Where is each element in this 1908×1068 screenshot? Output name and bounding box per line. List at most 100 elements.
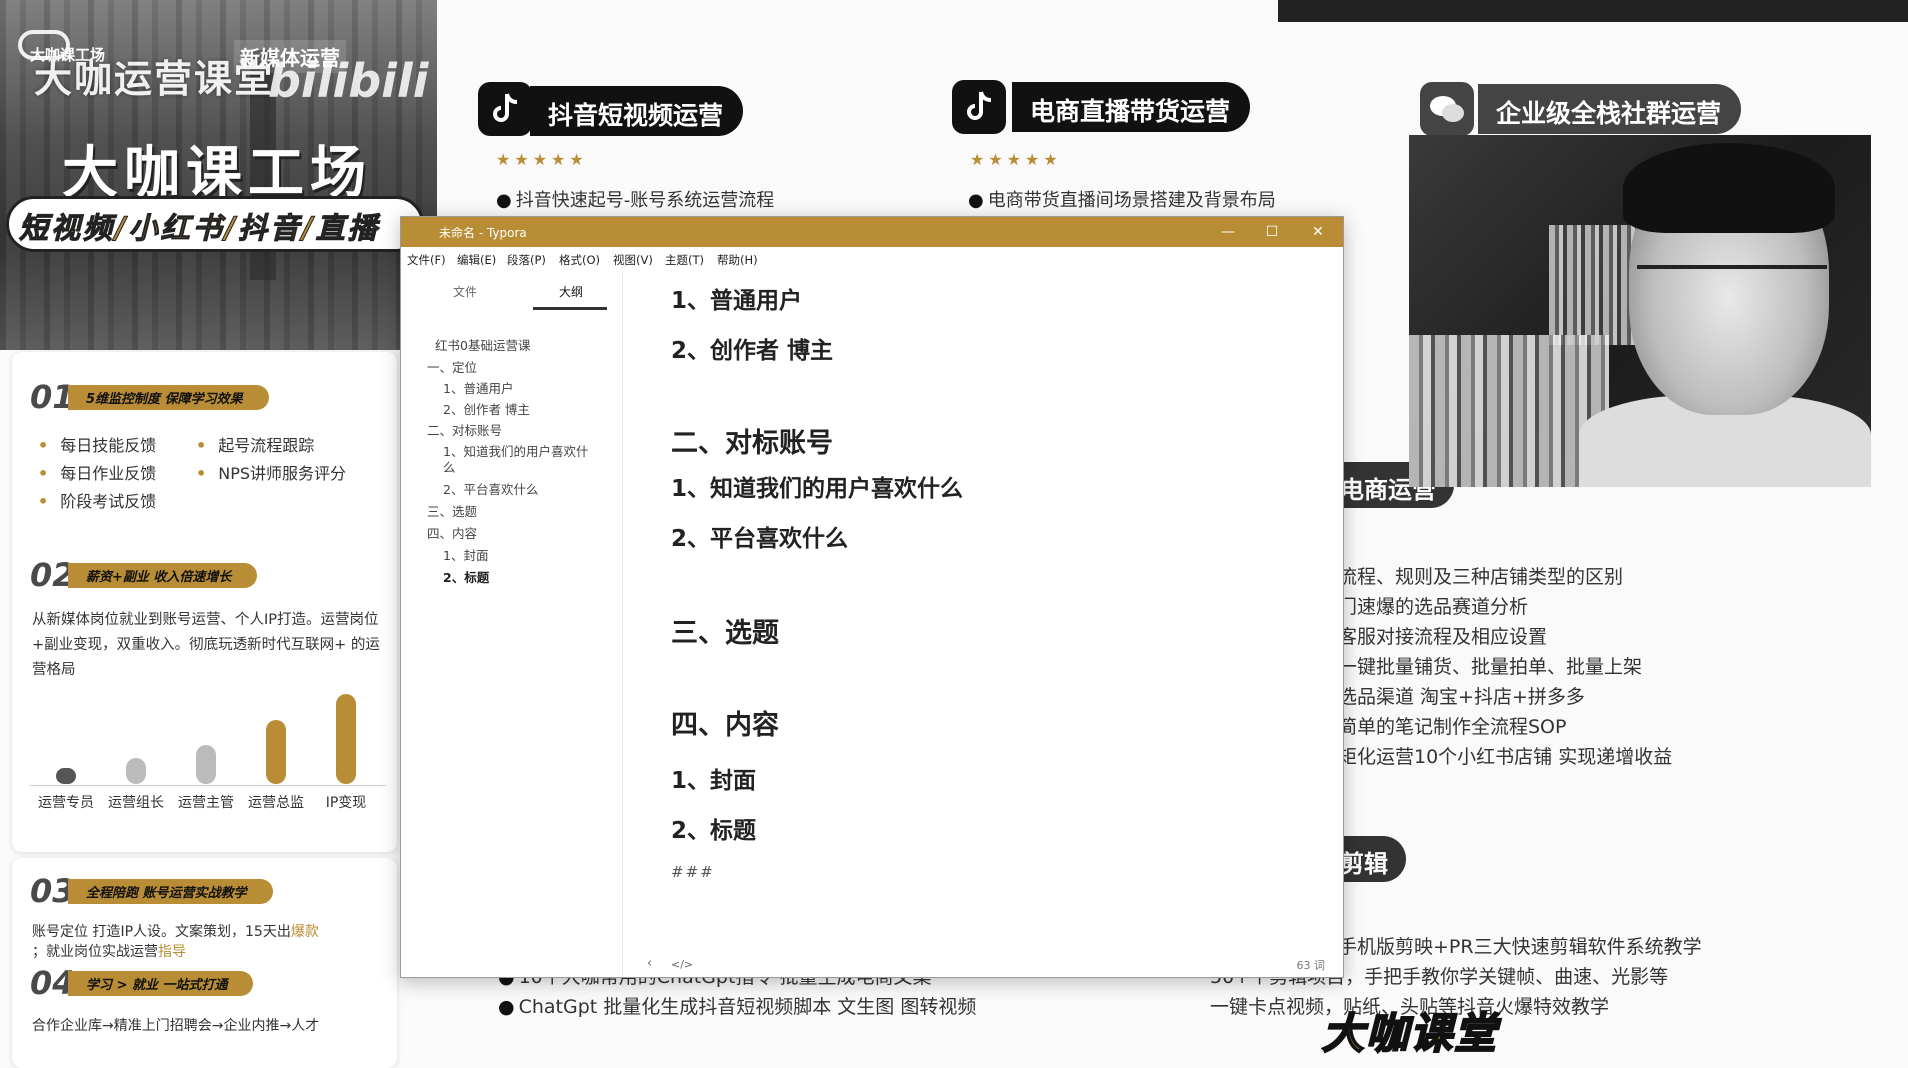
- heading[interactable]: 1、普通用户: [671, 281, 802, 315]
- section-03-paragraph: 账号定位 打造IP人设。文案策划，15天出爆款 ；就业岗位实战运营指导: [32, 922, 392, 962]
- section-title: 全程陪跑 账号运营实战教学: [68, 878, 273, 904]
- presenter-glasses: [1637, 265, 1827, 313]
- outline-item[interactable]: 么: [443, 457, 456, 476]
- maximize-button[interactable]: ☐: [1257, 221, 1287, 243]
- word-count[interactable]: 63 词: [1297, 957, 1326, 973]
- outline-item[interactable]: 2、平台喜欢什么: [443, 479, 538, 498]
- career-bar-label: 运营总监: [248, 795, 304, 811]
- career-bar: [336, 694, 356, 784]
- bullet-item: NPS讲师服务评分: [196, 460, 346, 484]
- section-title: 薪资+副业 收入倍速增长: [68, 562, 258, 588]
- raw-markdown-line[interactable]: ###: [671, 863, 715, 881]
- source-mode-icon[interactable]: </>: [671, 958, 693, 971]
- outline-item[interactable]: 1、普通用户: [443, 378, 513, 397]
- window-titlebar[interactable]: 未命名 - Typora — ☐ ✕: [401, 217, 1343, 247]
- feature-line: 流程、规则及三种店铺类型的区别: [1338, 566, 1624, 588]
- menu-paragraph[interactable]: 段落(P): [507, 252, 546, 268]
- feature-line: 一键批量铺货、批量拍单、批量上架: [1338, 656, 1643, 678]
- heading[interactable]: 1、知道我们的用户喜欢什么: [671, 469, 963, 503]
- banner-subtitle: 短视频/小红书/抖音/直播: [19, 211, 380, 246]
- menu-help[interactable]: 帮助(H): [717, 252, 758, 268]
- top-dark-strip: [1278, 0, 1908, 22]
- outline-item[interactable]: 一、定位: [427, 357, 477, 376]
- chart-baseline: [30, 785, 386, 786]
- section-04-paragraph: 合作企业库→精准上门招聘会→企业内推→人才: [32, 1018, 320, 1034]
- section-03-line1: 账号定位 打造IP人设。文案策划，15天出: [32, 924, 291, 940]
- outline-item[interactable]: 1、封面: [443, 545, 488, 564]
- career-bar: [126, 758, 146, 784]
- career-bar-label: 运营组长: [108, 795, 164, 811]
- new-media-badge: 新媒体运营: [234, 40, 346, 73]
- career-growth-chart: 运营专员 运营组长 运营主管 运营总监 IP变现: [30, 682, 386, 812]
- tiktok-logo-icon: [952, 80, 1006, 134]
- banner-subtitle-pill: 短视频/小红书/抖音/直播: [6, 196, 424, 252]
- wechat-logo-icon: [1420, 82, 1474, 136]
- feature-line: 选品渠道 淘宝+抖店+拼多多: [1338, 686, 1585, 708]
- feature-line: 矩化运营10个小红书店铺 实现递增收益: [1338, 746, 1673, 768]
- outline-item[interactable]: 四、内容: [427, 523, 477, 542]
- menu-format[interactable]: 格式(O): [559, 252, 600, 268]
- career-bar-label: IP变现: [325, 795, 367, 811]
- feature-line: 门速爆的选品赛道分析: [1338, 596, 1529, 618]
- toggle-sidebar-icon[interactable]: ‹: [647, 956, 652, 971]
- menu-edit[interactable]: 编辑(E): [457, 252, 496, 268]
- heading[interactable]: 1、封面: [671, 761, 756, 795]
- heading[interactable]: 四、内容: [671, 703, 779, 742]
- rating-stars: ★★★★★: [496, 150, 588, 169]
- watermark-logo: 大咖课堂: [1321, 1008, 1499, 1059]
- feature-line: 手机版剪映+PR三大快速剪辑软件系统教学: [1338, 936, 1702, 958]
- status-bar: ‹ </> 63 词: [401, 951, 1343, 977]
- product-feature-line: 抖音快速起号-账号系统运营流程: [496, 186, 775, 212]
- section-03-header: 03 全程陪跑 账号运营实战教学: [30, 872, 273, 910]
- outline-item[interactable]: 二、对标账号: [427, 420, 502, 439]
- career-bar: [196, 745, 216, 784]
- section-02-paragraph: 从新媒体岗位就业到账号运营、个人IP打造。运营岗位+副业变现，双重收入。彻底玩透…: [32, 612, 380, 678]
- heading[interactable]: 三、选题: [671, 611, 779, 650]
- career-bar-label: 运营主管: [178, 795, 234, 811]
- section-02-header: 02 薪资+副业 收入倍速增长: [30, 556, 258, 594]
- tab-files[interactable]: 文件: [453, 283, 477, 300]
- menu-view[interactable]: 视图(V): [613, 252, 653, 268]
- active-tab-indicator: [533, 307, 607, 310]
- heading[interactable]: 二、对标账号: [671, 421, 833, 460]
- benefits-card: 01 5维监控制度 保障学习效果 每日技能反馈 起号流程跟踪 每日作业反馈 NP…: [12, 352, 397, 852]
- menu-file[interactable]: 文件(F): [407, 252, 446, 268]
- career-bar-label: 运营专员: [38, 795, 94, 811]
- product-title-ecommerce: 电商直播带货运营: [1012, 82, 1251, 132]
- outline-item-active[interactable]: 2、标题: [443, 567, 489, 586]
- heading[interactable]: 2、标题: [671, 811, 756, 845]
- bullet-item: 每日作业反馈: [38, 460, 156, 484]
- heading[interactable]: 2、平台喜欢什么: [671, 519, 848, 553]
- product-title-douyin: 抖音短视频运营: [530, 86, 744, 136]
- services-card: 03 全程陪跑 账号运营实战教学 账号定位 打造IP人设。文案策划，15天出爆款…: [12, 858, 397, 1068]
- section-title: 学习 > 就业 一站式打通: [68, 970, 254, 996]
- product-feature-line: 电商带货直播间场景搭建及背景布局: [968, 186, 1276, 212]
- minimize-button[interactable]: —: [1213, 221, 1243, 243]
- outline-item[interactable]: 红书0基础运营课: [435, 335, 530, 354]
- feature-line: 简单的笔记制作全流程SOP: [1338, 716, 1567, 738]
- product-feature-line: ChatGpt 批量化生成抖音短视频脚本 文生图 图转视频: [498, 992, 977, 1019]
- close-button[interactable]: ✕: [1303, 221, 1333, 243]
- course-banner: 大咖课工场 大咖运营课堂 bilibili 新媒体运营 大咖课工场 短视频/小红…: [0, 0, 437, 350]
- career-bar: [56, 768, 76, 784]
- career-bar: [266, 719, 286, 784]
- typora-window[interactable]: 未命名 - Typora — ☐ ✕ 文件(F) 编辑(E) 段落(P) 格式(…: [400, 216, 1344, 978]
- outline-item[interactable]: 1、知道我们的用户喜欢什: [443, 441, 588, 460]
- window-title: 未命名 - Typora: [439, 226, 527, 240]
- section-title: 5维监控制度 保障学习效果: [68, 384, 269, 410]
- rating-stars: ★★★★★: [970, 150, 1062, 169]
- tab-outline[interactable]: 大纲: [559, 283, 583, 300]
- feature-line: 客服对接流程及相应设置: [1338, 626, 1548, 648]
- menu-bar: 文件(F) 编辑(E) 段落(P) 格式(O) 视图(V) 主题(T) 帮助(H…: [401, 247, 1343, 271]
- outline-item[interactable]: 2、创作者 博主: [443, 399, 530, 418]
- section-03-highlight: 爆款: [290, 924, 319, 940]
- tiktok-logo-icon: [478, 82, 532, 136]
- product-title-community: 企业级全栈社群运营: [1478, 84, 1742, 134]
- bullet-item: 起号流程跟踪: [196, 432, 314, 456]
- outline-item[interactable]: 三、选题: [427, 501, 477, 520]
- section-03-line2: ；就业岗位实战运营: [32, 944, 158, 960]
- section-03-highlight2: 指导: [158, 944, 186, 960]
- editor-content[interactable]: 1、普通用户 2、创作者 博主 二、对标账号 1、知道我们的用户喜欢什么 2、平…: [623, 271, 1343, 977]
- menu-theme[interactable]: 主题(T): [665, 252, 704, 268]
- heading[interactable]: 2、创作者 博主: [671, 331, 833, 365]
